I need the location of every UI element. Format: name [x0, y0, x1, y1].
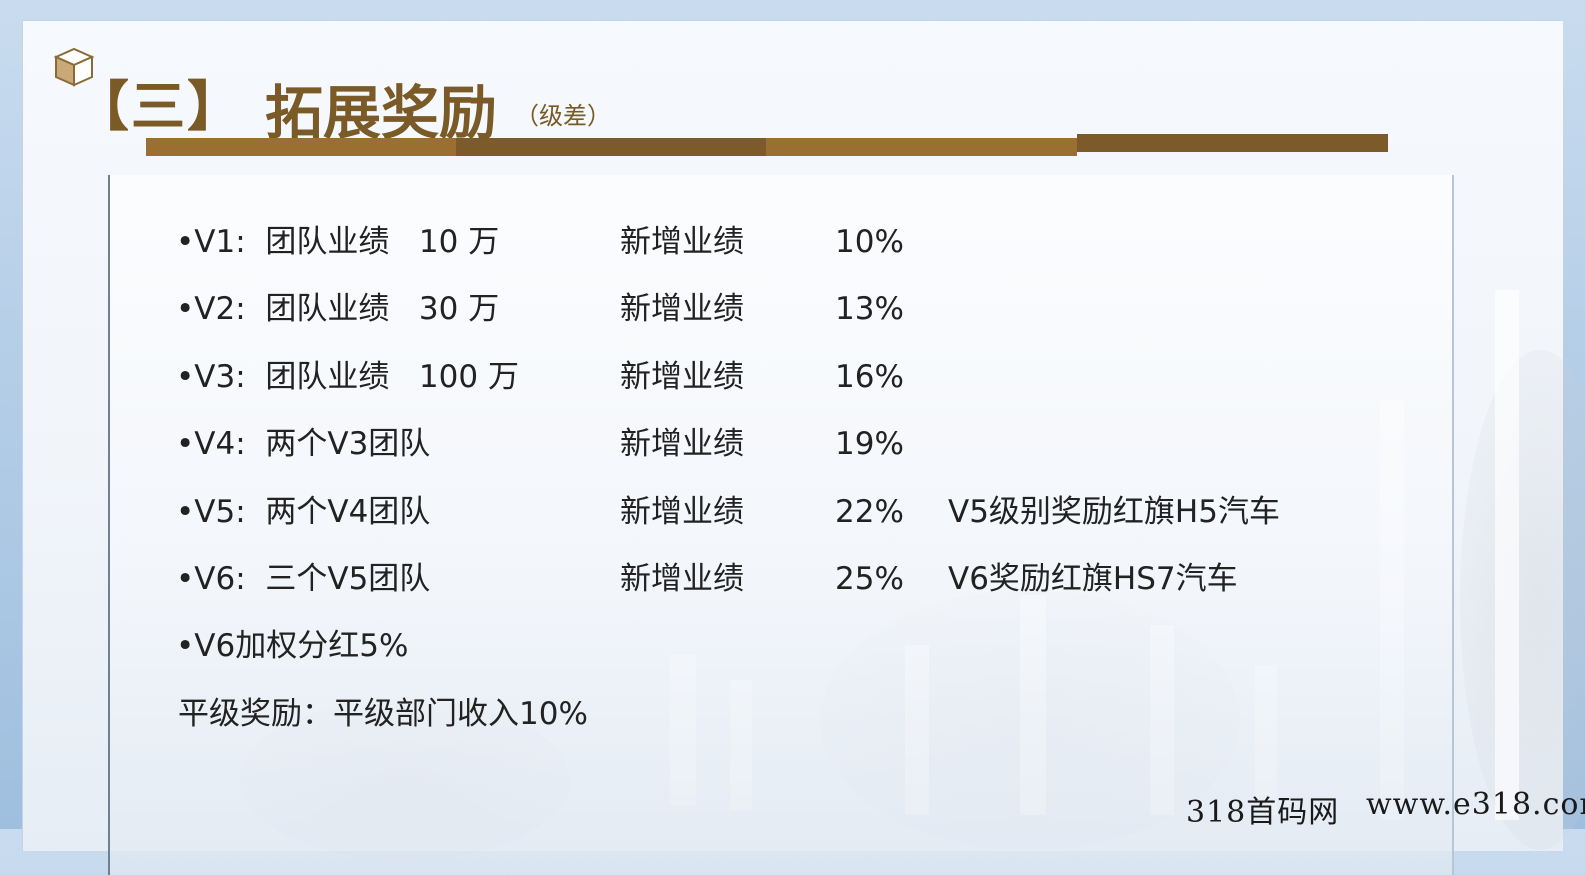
underline-segment — [456, 138, 766, 156]
tier-metric: 新增业绩 — [620, 359, 744, 395]
underline-segment — [1077, 134, 1388, 152]
watermark-url: www.e318.com — [1366, 787, 1585, 822]
tier-rate: 13% — [835, 291, 904, 327]
tier-metric: 新增业绩 — [620, 224, 744, 260]
peer-reward-text: 平级奖励：平级部门收入10% — [178, 696, 588, 732]
underline-segment — [146, 138, 456, 156]
tier-level: •V2: 团队业绩 30 万 — [176, 291, 500, 327]
tier-level: •V3: 团队业绩 100 万 — [176, 359, 519, 395]
tier-metric: 新增业绩 — [620, 561, 744, 597]
tier-rate: 25% — [835, 561, 904, 597]
tier-metric: 新增业绩 — [620, 291, 744, 327]
watermark-site-name: 318首码网 — [1186, 795, 1340, 830]
section-number: 【三】 — [75, 74, 243, 138]
tier-rate: 19% — [835, 426, 904, 462]
page-subtitle: （级差） — [515, 102, 611, 130]
tier-rate: 10% — [835, 224, 904, 260]
title-underline-bar — [146, 134, 1388, 156]
underline-segment — [766, 138, 1077, 156]
tier-metric: 新增业绩 — [620, 494, 744, 530]
tier-reward: V6奖励红旗HS7汽车 — [948, 561, 1238, 597]
tier-rate: 16% — [835, 359, 904, 395]
tier-metric: 新增业绩 — [620, 426, 744, 462]
tier-level: •V4: 两个V3团队 — [176, 426, 431, 462]
weighted-dividend-text: •V6加权分红5% — [176, 628, 409, 664]
tier-reward: V5级别奖励红旗H5汽车 — [948, 494, 1280, 530]
tier-rate: 22% — [835, 494, 904, 530]
tier-level: •V6: 三个V5团队 — [176, 561, 431, 597]
tier-level: •V1: 团队业绩 10 万 — [176, 224, 500, 260]
tier-level: •V5: 两个V4团队 — [176, 494, 431, 530]
chart-bar-decoration — [1495, 290, 1519, 820]
